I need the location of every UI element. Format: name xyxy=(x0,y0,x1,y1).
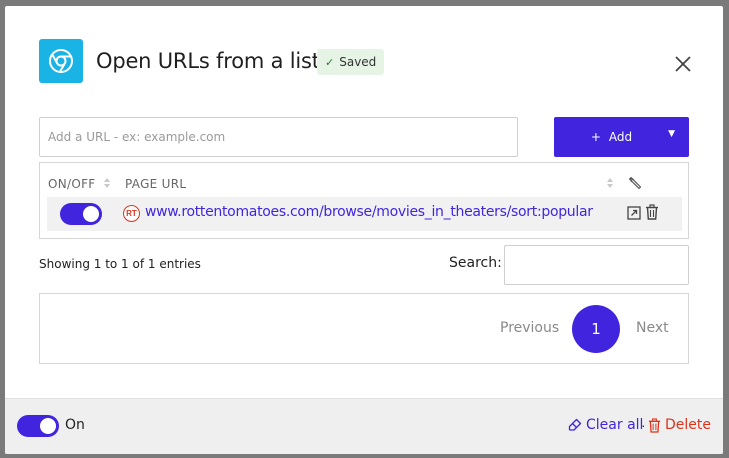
plus-icon: + xyxy=(590,130,601,144)
previous-page-button[interactable]: Previous xyxy=(500,320,559,336)
close-button[interactable] xyxy=(671,52,695,76)
footer-bar: On Clear all · Delete xyxy=(5,398,723,454)
delete-button[interactable]: Delete xyxy=(648,417,711,433)
add-url-button[interactable]: + Add ▼ xyxy=(554,117,689,157)
next-page-button[interactable]: Next xyxy=(636,320,669,336)
url-table: ON/OFF PAGE URL RT www.rottentomatoes.co… xyxy=(39,162,689,239)
table-row: RT www.rottentomatoes.com/browse/movies_… xyxy=(47,197,682,231)
pagination: Previous 1 Next xyxy=(39,293,689,364)
caret-down-icon[interactable]: ▼ xyxy=(668,129,675,139)
search-label: Search: xyxy=(449,255,502,271)
eraser-icon xyxy=(568,418,582,431)
sort-icon[interactable] xyxy=(103,176,111,190)
toggle-state-label: On xyxy=(65,417,85,433)
row-toggle[interactable] xyxy=(60,203,102,225)
trash-icon xyxy=(648,417,661,433)
url-input[interactable] xyxy=(39,117,518,157)
saved-badge-label: Saved xyxy=(339,55,377,69)
column-header-on-off[interactable]: ON/OFF xyxy=(48,177,96,191)
modal-dialog: Open URLs from a list ✓ Saved + Add ▼ ON… xyxy=(5,6,723,454)
sort-icon[interactable] xyxy=(606,176,614,190)
separator: · xyxy=(641,417,646,433)
page-1-button[interactable]: 1 xyxy=(572,305,620,353)
add-url-label: Add xyxy=(608,130,633,144)
trash-icon[interactable] xyxy=(645,204,659,220)
toggle-knob xyxy=(83,206,99,222)
clear-all-label: Clear all xyxy=(586,417,644,433)
close-icon xyxy=(675,56,691,72)
clear-all-button[interactable]: Clear all xyxy=(568,417,643,433)
rotten-tomatoes-favicon: RT xyxy=(123,205,140,222)
search-input[interactable] xyxy=(504,245,689,285)
global-toggle[interactable] xyxy=(17,415,59,437)
open-in-new-icon[interactable] xyxy=(627,206,641,220)
column-header-page-url[interactable]: PAGE URL xyxy=(125,177,186,191)
wrench-icon xyxy=(628,176,642,190)
dialog-title: Open URLs from a list xyxy=(96,49,320,73)
check-icon: ✓ xyxy=(325,55,335,69)
chrome-icon xyxy=(39,39,83,83)
saved-badge: ✓ Saved xyxy=(317,49,385,75)
page-url-link[interactable]: www.rottentomatoes.com/browse/movies_in_… xyxy=(145,204,593,220)
entries-info: Showing 1 to 1 of 1 entries xyxy=(39,257,201,271)
toggle-knob xyxy=(40,418,56,434)
delete-label: Delete xyxy=(665,417,711,433)
